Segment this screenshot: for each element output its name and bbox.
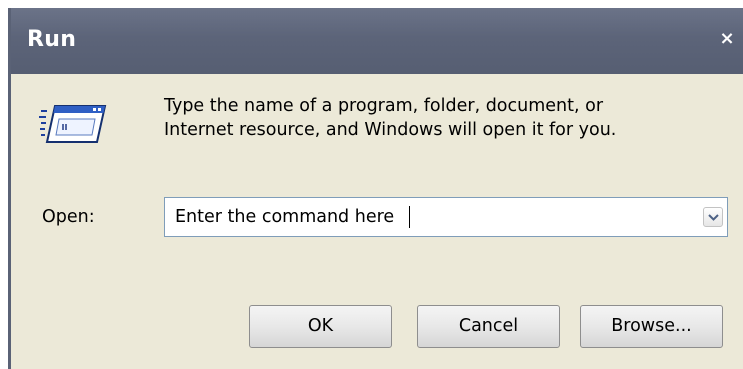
run-dialog: Run × Type the name of a program, folder…	[8, 8, 743, 369]
close-button[interactable]: ×	[716, 28, 738, 50]
chevron-down-icon	[708, 214, 719, 221]
open-combobox[interactable]	[164, 197, 728, 237]
window-title: Run	[27, 27, 77, 52]
ok-button[interactable]: OK	[249, 305, 392, 348]
description-line-2: Internet resource, and Windows will open…	[164, 120, 617, 140]
cancel-button[interactable]: Cancel	[417, 305, 560, 348]
text-caret	[409, 206, 410, 228]
dropdown-arrow-button[interactable]	[703, 207, 723, 227]
command-input[interactable]	[165, 198, 685, 236]
open-label: Open:	[42, 207, 95, 227]
description-line-1: Type the name of a program, folder, docu…	[164, 96, 604, 116]
browse-button[interactable]: Browse...	[580, 305, 723, 348]
dialog-description: Type the name of a program, folder, docu…	[164, 94, 724, 142]
run-program-icon	[39, 102, 107, 148]
title-bar[interactable]: Run ×	[11, 8, 743, 74]
